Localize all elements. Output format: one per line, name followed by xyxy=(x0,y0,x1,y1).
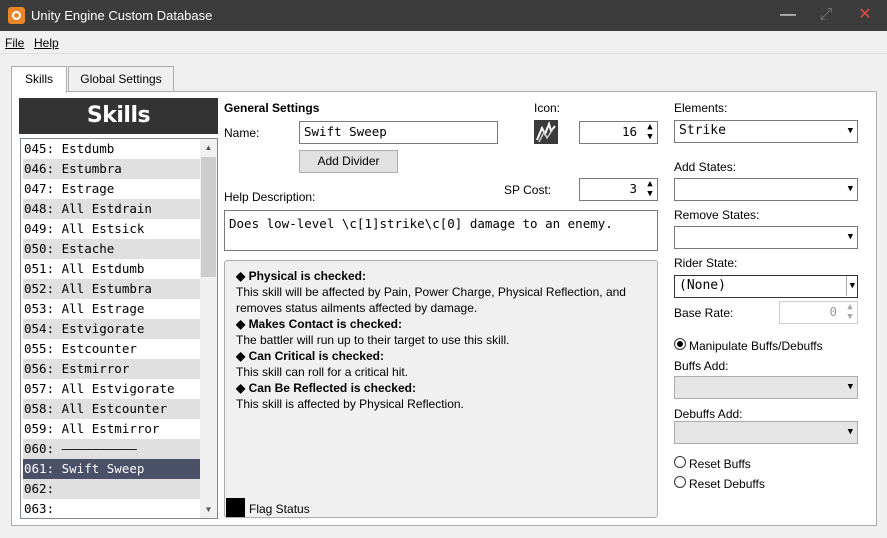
skill-list-item[interactable]: 045: Estdumb xyxy=(23,139,201,159)
skill-list-item[interactable]: 058: All Estcounter xyxy=(23,399,201,419)
menu-file[interactable]: File xyxy=(5,36,24,50)
window-title: Unity Engine Custom Database xyxy=(31,8,213,23)
skill-list-item[interactable]: 057: All Estvigorate xyxy=(23,379,201,399)
skills-header: Skills xyxy=(19,98,218,134)
menu-help[interactable]: Help xyxy=(34,36,59,50)
reset-buffs-label: Reset Buffs xyxy=(689,457,751,471)
chevron-down-icon: ▼ xyxy=(847,232,853,242)
skill-list-item[interactable]: 062: xyxy=(23,479,201,499)
remove-states-label: Remove States: xyxy=(674,208,760,222)
rider-state-combo[interactable]: (None) ▼ xyxy=(674,275,858,298)
flag-heading: ◆ Physical is checked: xyxy=(236,269,366,283)
elements-value: Strike xyxy=(679,123,726,138)
reset-debuffs-label: Reset Debuffs xyxy=(689,477,765,491)
flag-heading: ◆ Can Be Reflected is checked: xyxy=(236,381,416,395)
chevron-down-icon: ▼ xyxy=(847,184,853,194)
debuffs-add-label: Debuffs Add: xyxy=(674,407,743,421)
flag-description: This skill is affected by Physical Refle… xyxy=(236,397,464,411)
rider-state-label: Rider State: xyxy=(674,256,738,270)
flag-heading: ◆ Makes Contact is checked: xyxy=(236,317,402,331)
skill-list-item[interactable]: 061: Swift Sweep xyxy=(23,459,201,479)
base-rate-label: Base Rate: xyxy=(674,306,734,320)
elements-dropdown[interactable]: Strike ▼ xyxy=(674,120,858,143)
skill-list-item[interactable]: 051: All Estdumb xyxy=(23,259,201,279)
rider-state-value: (None) xyxy=(679,278,726,293)
chevron-down-icon: ▼ xyxy=(847,382,853,392)
remove-states-dropdown[interactable]: ▼ xyxy=(674,226,858,249)
skill-list-item[interactable]: 052: All Estumbra xyxy=(23,279,201,299)
scroll-up-icon[interactable]: ▲ xyxy=(200,139,217,156)
strike-icon xyxy=(536,120,556,143)
debuffs-add-dropdown[interactable]: ▼ xyxy=(674,421,858,444)
sp-cost-value: 3 xyxy=(629,181,637,196)
close-icon[interactable]: ✕ xyxy=(855,5,875,25)
minimize-icon[interactable]: — xyxy=(778,5,798,25)
add-states-label: Add States: xyxy=(674,160,737,174)
chevron-down-icon: ▼ xyxy=(847,427,853,437)
skill-list-item[interactable]: 059: All Estmirror xyxy=(23,419,201,439)
general-settings-heading: General Settings xyxy=(224,101,320,115)
help-description-label: Help Description: xyxy=(224,190,316,204)
manipulate-buffs-radio[interactable] xyxy=(674,338,686,350)
skill-list-item[interactable]: 050: Estache xyxy=(23,239,201,259)
flag-description: This skill can roll for a critical hit. xyxy=(236,365,409,379)
skill-list-item[interactable]: 056: Estmirror xyxy=(23,359,201,379)
skill-list-item[interactable]: 046: Estumbra xyxy=(23,159,201,179)
skill-list-item[interactable]: 055: Estcounter xyxy=(23,339,201,359)
skill-list-scrollbar[interactable]: ▲ ▼ xyxy=(200,139,217,518)
skill-list-item[interactable]: 053: All Estrage xyxy=(23,299,201,319)
flag-status-label: Flag Status xyxy=(249,502,310,516)
manipulate-buffs-label: Manipulate Buffs/Debuffs xyxy=(689,339,823,353)
app-icon xyxy=(8,7,25,24)
icon-label: Icon: xyxy=(534,101,561,115)
chevron-down-icon: ▼ xyxy=(847,126,853,136)
add-divider-button[interactable]: Add Divider xyxy=(299,150,398,173)
skill-icon-preview[interactable] xyxy=(534,120,558,144)
base-rate-stepper[interactable]: 0 ▲ ▼ xyxy=(779,301,858,324)
chevron-down-icon[interactable]: ▼ xyxy=(845,276,855,296)
flag-description: The battler will run up to their target … xyxy=(236,333,510,347)
stepper-arrows-icon[interactable]: ▲ ▼ xyxy=(643,122,657,143)
icon-index-value: 16 xyxy=(621,124,637,139)
menu-bar: File Help xyxy=(0,31,887,54)
sp-cost-stepper[interactable]: 3 ▲ ▼ xyxy=(579,178,658,201)
skill-list-item[interactable]: 054: Estvigorate xyxy=(23,319,201,339)
elements-label: Elements: xyxy=(674,101,728,115)
flag-info-box: ◆ Physical is checked: This skill will be… xyxy=(224,260,658,518)
maximize-icon[interactable]: ⤢ xyxy=(816,5,836,25)
stepper-arrows-icon[interactable]: ▲ ▼ xyxy=(843,302,857,323)
icon-index-stepper[interactable]: 16 ▲ ▼ xyxy=(579,121,658,144)
reset-debuffs-radio[interactable] xyxy=(674,476,686,488)
name-input[interactable]: Swift Sweep xyxy=(299,121,498,144)
base-rate-value: 0 xyxy=(829,304,837,319)
sp-cost-label: SP Cost: xyxy=(504,183,552,197)
title-bar: Unity Engine Custom Database — ⤢ ✕ xyxy=(0,0,887,31)
skill-list-item[interactable]: 047: Estrage xyxy=(23,179,201,199)
flag-status-swatch xyxy=(226,498,245,517)
flag-description: removes status ailments affected by dama… xyxy=(236,301,478,315)
flag-description: This skill will be affected by Pain, Pow… xyxy=(236,285,626,299)
skill-list-item[interactable]: 060: —————————— xyxy=(23,439,201,459)
help-description-input[interactable]: Does low-level \c[1]strike\c[0] damage t… xyxy=(224,210,658,251)
skill-list-item[interactable]: 049: All Estsick xyxy=(23,219,201,239)
buffs-add-dropdown[interactable]: ▼ xyxy=(674,376,858,399)
flag-heading: ◆ Can Critical is checked: xyxy=(236,349,384,363)
add-states-dropdown[interactable]: ▼ xyxy=(674,178,858,201)
scroll-down-icon[interactable]: ▼ xyxy=(200,501,217,518)
stepper-arrows-icon[interactable]: ▲ ▼ xyxy=(643,179,657,200)
skill-list-item[interactable]: 063: xyxy=(23,499,201,518)
skill-list-item[interactable]: 048: All Estdrain xyxy=(23,199,201,219)
skill-list[interactable]: 045: Estdumb 046: Estumbra 047: Estrage 048… xyxy=(20,138,218,519)
reset-buffs-radio[interactable] xyxy=(674,456,686,468)
tab-skills[interactable]: Skills xyxy=(11,66,67,93)
scroll-thumb[interactable] xyxy=(201,157,216,277)
buffs-add-label: Buffs Add: xyxy=(674,359,729,373)
tab-global-settings[interactable]: Global Settings xyxy=(68,66,174,92)
name-label: Name: xyxy=(224,126,260,140)
